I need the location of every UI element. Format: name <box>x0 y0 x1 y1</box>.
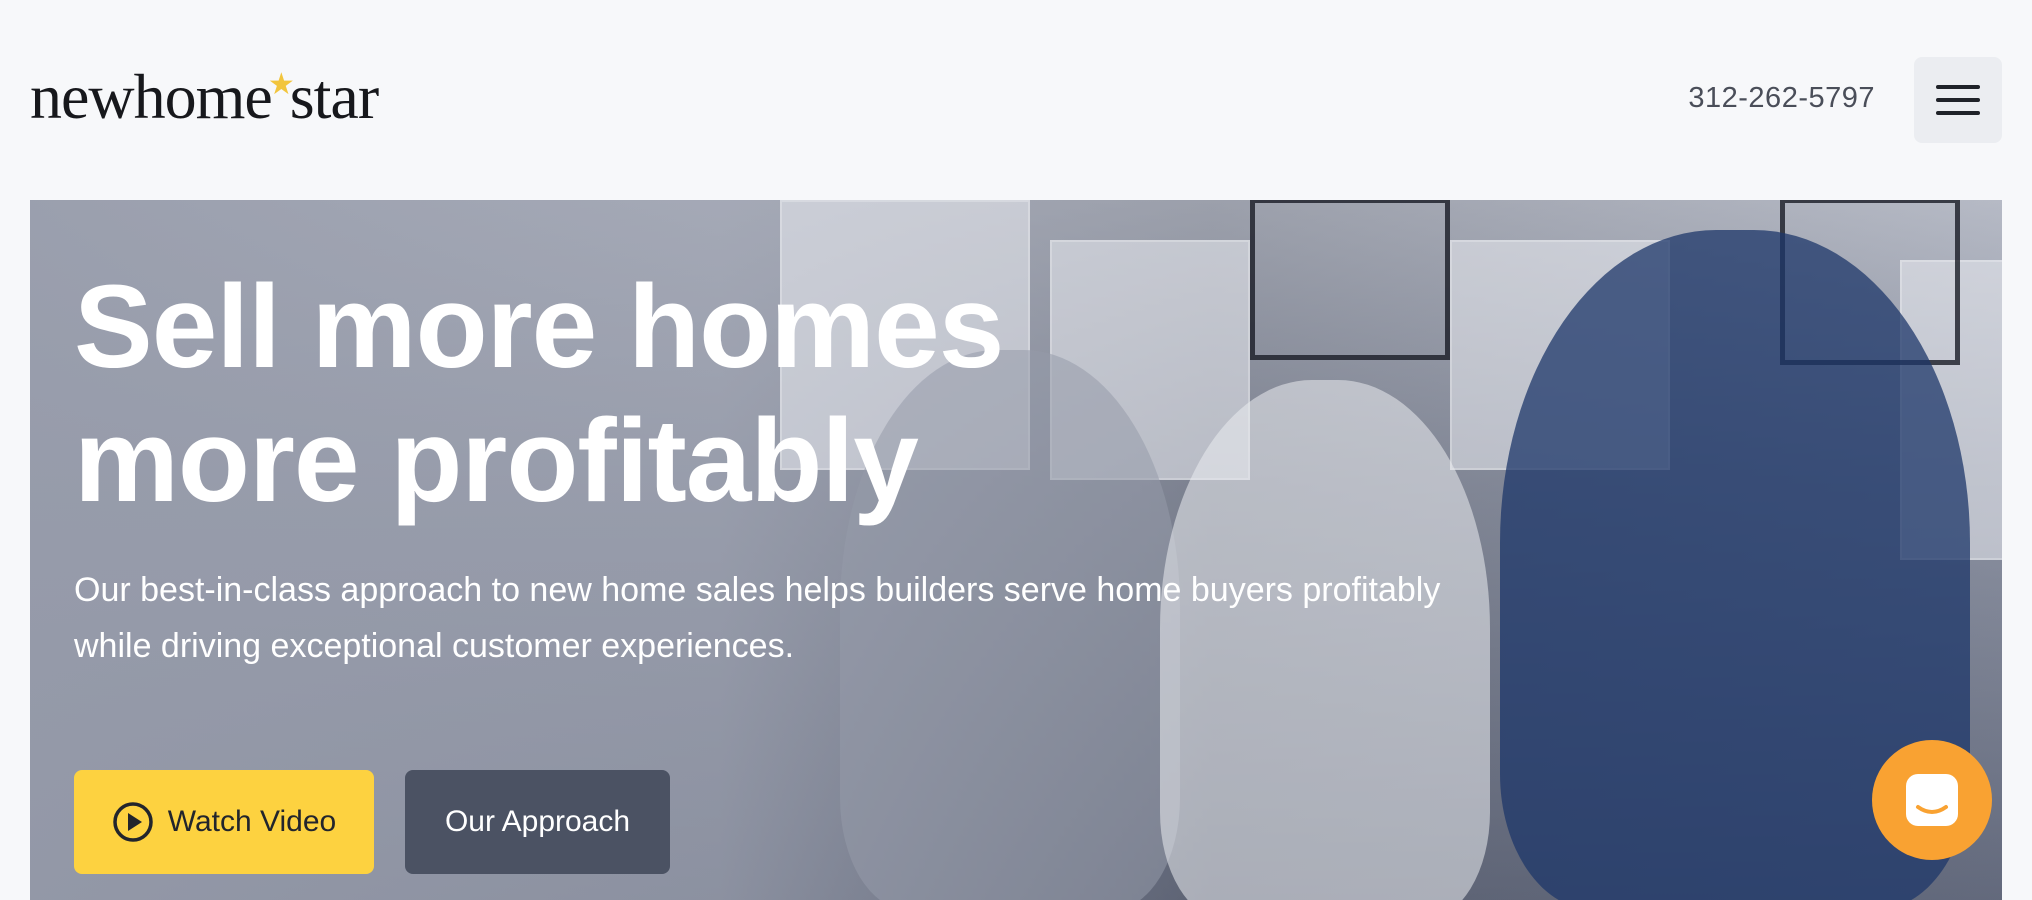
logo-text-star: star <box>289 61 379 132</box>
hamburger-menu-icon <box>1936 85 1980 115</box>
site-logo[interactable]: newhome★star <box>30 60 379 134</box>
play-circle-icon <box>113 802 153 842</box>
site-header: newhome★star 312-262-5797 <box>0 0 2032 200</box>
chat-messenger-icon <box>1906 774 1958 826</box>
hero-section: Sell more homes more profitably Our best… <box>30 200 2002 900</box>
hero-subtitle: Our best-in-class approach to new home s… <box>74 571 1441 665</box>
logo-text-newhome: newhome <box>30 61 273 132</box>
watch-video-label: Watch Video <box>167 805 337 838</box>
menu-button[interactable] <box>1914 57 2002 143</box>
our-approach-label: Our Approach <box>444 805 631 838</box>
phone-link[interactable]: 312-262-5797 <box>1688 82 1875 115</box>
watch-video-button[interactable]: Watch Video <box>74 770 374 874</box>
our-approach-button[interactable]: Our Approach <box>405 770 670 874</box>
hero-title: Sell more homes more profitably <box>74 261 1004 527</box>
chat-launcher-button[interactable] <box>1872 740 1992 860</box>
